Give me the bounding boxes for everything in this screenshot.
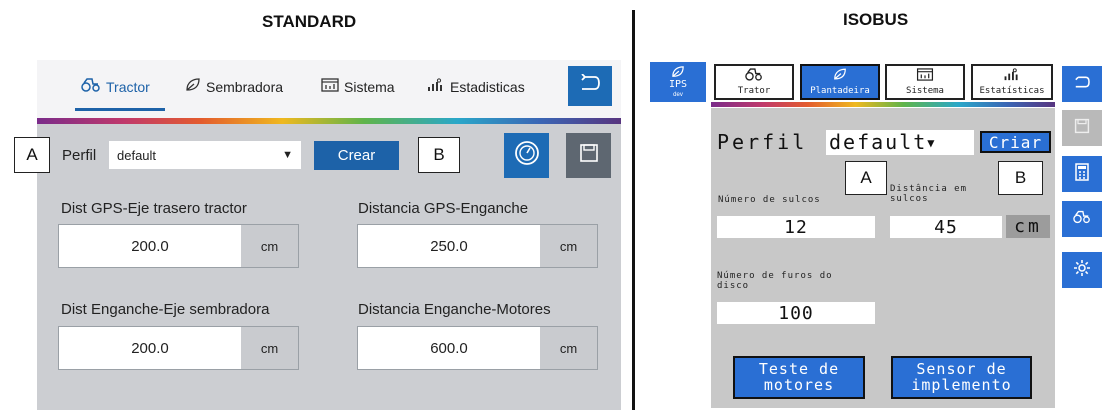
tab-tractor-label: Tractor	[106, 79, 150, 95]
standard-tab-bar: Tractor Sembradora Sistema Estadisticas	[37, 60, 621, 118]
sensor-implemento-button[interactable]: Sensor de implemento	[891, 356, 1032, 399]
system-icon	[887, 68, 963, 86]
back-icon	[1073, 75, 1091, 93]
save-button[interactable]	[566, 133, 611, 178]
tab-plantadeira-label: Plantadeira	[810, 86, 870, 96]
numero-sulcos-label: Número de sulcos	[718, 195, 821, 205]
field-gps-eje-unit: cm	[241, 225, 298, 267]
chevron-down-icon: ▼	[927, 136, 937, 150]
calculator-icon	[1074, 163, 1090, 185]
tractor-icon	[1073, 210, 1091, 228]
tab-estatisticas[interactable]: Estatísticas	[971, 64, 1053, 100]
isobus-save-button[interactable]	[1062, 110, 1102, 146]
section-divider	[632, 10, 635, 410]
field-enganche-motores-value: 600.0	[430, 339, 468, 357]
furos-disco-label-line1: Número de furos do	[717, 271, 833, 281]
furos-disco-label-line2: disco	[717, 281, 750, 291]
perfil-select-value: default	[117, 147, 157, 163]
distancia-sulcos-label-line2: sulcos	[890, 194, 929, 204]
ips-label: IPS	[668, 79, 688, 90]
tab-sistema-isobus[interactable]: Sistema	[885, 64, 965, 100]
leaf-icon	[802, 68, 878, 86]
tab-sistema[interactable]: Sistema	[321, 78, 395, 96]
tab-sistema-isobus-label: Sistema	[906, 86, 944, 96]
active-tab-indicator	[75, 108, 165, 111]
field-label-gps-eje: Dist GPS-Eje trasero tractor	[61, 200, 247, 217]
tab-plantadeira[interactable]: Plantadeira	[800, 64, 880, 100]
tab-estatisticas-label: Estatísticas	[979, 86, 1045, 96]
save-icon	[579, 143, 599, 169]
isobus-calculator-button[interactable]	[1062, 156, 1102, 192]
leaf-icon	[185, 78, 201, 96]
callout-a-standard: A	[14, 137, 50, 173]
numero-sulcos-field[interactable]: 12	[717, 216, 875, 238]
isobus-perfil-select[interactable]: default▼	[826, 130, 974, 155]
isobus-perfil-value: default	[829, 130, 928, 154]
sensor-implemento-label-line1: Sensor de	[916, 360, 1007, 378]
gear-icon	[1073, 259, 1091, 281]
chevron-down-icon: ▼	[282, 149, 293, 161]
field-gps-enganche-value: 250.0	[430, 237, 468, 255]
tab-tractor[interactable]: Tractor	[81, 78, 150, 96]
field-gps-enganche[interactable]: 250.0 cm	[357, 224, 598, 268]
tab-trator[interactable]: Trator	[714, 64, 794, 100]
field-gps-enganche-unit: cm	[540, 225, 597, 267]
crear-button[interactable]: Crear	[314, 141, 399, 170]
tractor-icon	[81, 78, 101, 96]
field-label-enganche-motores: Distancia Enganche-Motores	[358, 301, 551, 318]
teste-motores-button[interactable]: Teste de motores	[733, 356, 865, 399]
furos-disco-field[interactable]: 100	[717, 302, 875, 324]
leaf-icon	[650, 66, 706, 79]
tab-trator-label: Trator	[737, 86, 771, 96]
tab-sembradora-label: Sembradora	[206, 79, 284, 95]
perfil-label: Perfil	[62, 147, 97, 164]
isobus-title: ISOBUS	[843, 10, 909, 29]
field-gps-eje[interactable]: 200.0 cm	[58, 224, 299, 268]
tab-estadisticas[interactable]: Estadisticas	[427, 78, 525, 96]
statistics-icon	[427, 78, 445, 96]
field-enganche-eje-value: 200.0	[131, 339, 169, 357]
gauge-button[interactable]	[504, 133, 549, 178]
ips-sub-label: dev	[673, 92, 683, 98]
field-label-gps-enganche: Distancia GPS-Enganche	[358, 200, 529, 217]
field-enganche-motores[interactable]: 600.0 cm	[357, 326, 598, 370]
distancia-sulcos-label-line1: Distância em	[890, 184, 968, 194]
tab-sistema-label: Sistema	[344, 79, 395, 95]
distancia-sulcos-unit: cm	[1006, 215, 1050, 238]
standard-title: STANDARD	[262, 12, 357, 31]
teste-motores-label-line1: Teste de	[758, 360, 840, 378]
isobus-back-button[interactable]	[1062, 66, 1102, 102]
back-button[interactable]	[568, 66, 612, 106]
isobus-color-stripe	[711, 102, 1055, 107]
save-icon	[1074, 118, 1090, 138]
distancia-sulcos-field[interactable]: 45	[890, 216, 1002, 238]
field-enganche-eje[interactable]: 200.0 cm	[58, 326, 299, 370]
tab-estadisticas-label: Estadisticas	[450, 79, 525, 95]
sensor-implemento-label-line2: implemento	[911, 376, 1012, 394]
callout-a-isobus: A	[845, 161, 887, 195]
back-icon	[579, 73, 601, 98]
field-gps-eje-value: 200.0	[131, 237, 169, 255]
tab-sembradora[interactable]: Sembradora	[185, 78, 283, 96]
perfil-select[interactable]: default ▼	[109, 141, 301, 169]
field-enganche-eje-unit: cm	[241, 327, 298, 369]
callout-b-isobus: B	[998, 161, 1043, 195]
isobus-settings-button[interactable]	[1062, 252, 1102, 288]
color-stripe	[37, 118, 621, 124]
gauge-icon	[514, 140, 540, 172]
isobus-tractor-button[interactable]	[1062, 201, 1102, 237]
system-icon	[321, 78, 339, 96]
field-label-enganche-eje: Dist Enganche-Eje sembradora	[61, 301, 270, 318]
teste-motores-label-line2: motores	[763, 376, 835, 394]
tractor-icon	[716, 68, 792, 86]
criar-button[interactable]: Criar	[980, 131, 1051, 153]
statistics-icon	[973, 68, 1051, 86]
ips-button[interactable]: IPS dev	[650, 62, 706, 102]
field-enganche-motores-unit: cm	[540, 327, 597, 369]
isobus-perfil-label: Perfil	[717, 130, 808, 154]
callout-b-standard: B	[418, 137, 460, 173]
